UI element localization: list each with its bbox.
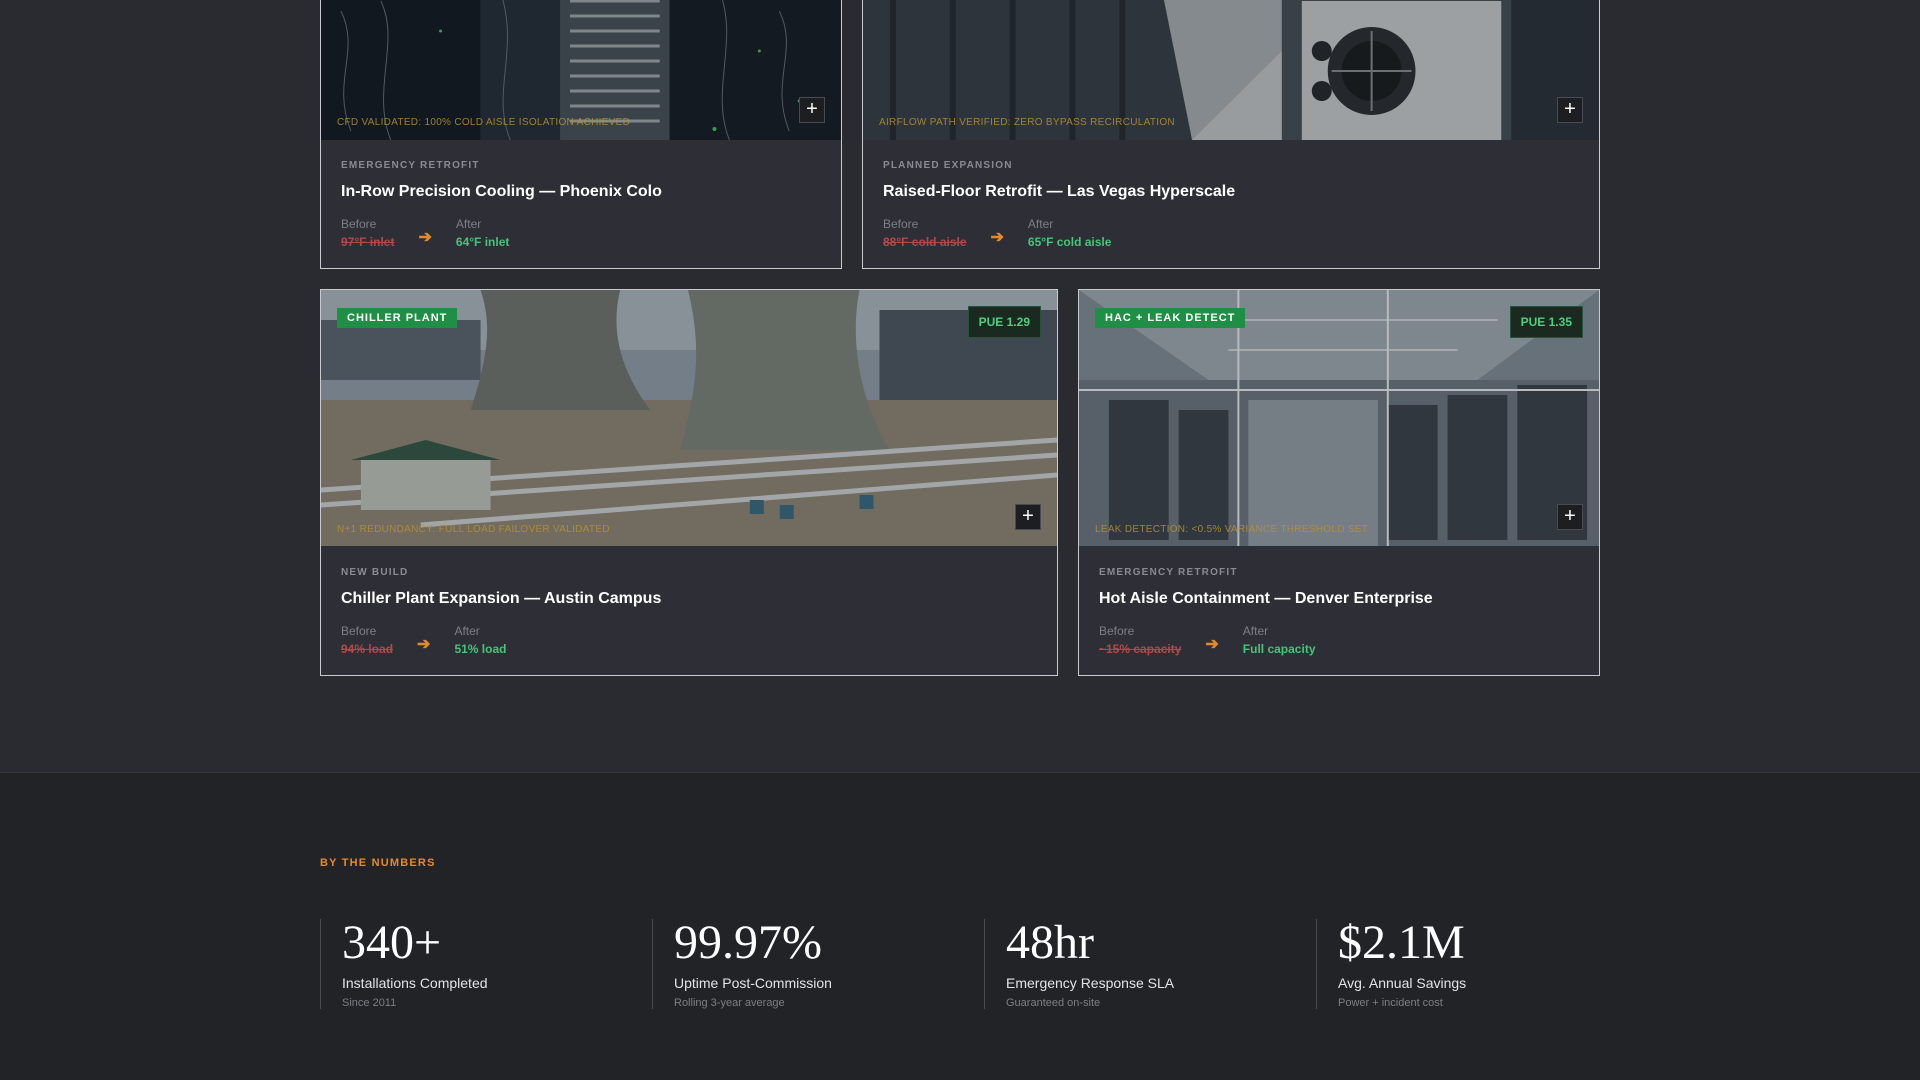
image-caption: N+1 REDUNDANCY: FULL LOAD FAILOVER VALID… — [337, 524, 610, 535]
pue-badge: PUE 1.29 — [967, 306, 1041, 338]
before-label: Before — [1099, 624, 1135, 638]
project-type: NEW BUILD — [341, 567, 409, 578]
project-image-cooling-towers — [321, 290, 1057, 546]
expand-button[interactable]: + — [1557, 97, 1583, 123]
project-card-las-vegas[interactable]: AIRFLOW PATH VERIFIED: ZERO BYPASS RECIR… — [862, 0, 1600, 269]
arrow-right-icon: ➔ — [990, 229, 1004, 246]
project-type: EMERGENCY RETROFIT — [1099, 567, 1238, 578]
expand-button[interactable]: + — [1015, 504, 1041, 530]
before-value: 88°F cold aisle — [883, 235, 967, 249]
after-value: 64°F inlet — [455, 235, 510, 249]
stat-label: Installations Completed — [342, 975, 488, 991]
project-title: In-Row Precision Cooling — Phoenix Colo — [341, 183, 662, 200]
image-caption: LEAK DETECTION: <0.5% VARIANCE THRESHOLD… — [1095, 524, 1369, 535]
before-label: Before — [341, 624, 377, 638]
after-value: Full capacity — [1242, 642, 1316, 656]
card-body: PLANNED EXPANSION Raised-Floor Retrofit … — [883, 160, 1579, 249]
stat-uptime: 99.97% Uptime Post-Commission Rolling 3-… — [652, 919, 984, 1009]
image-caption: CFD VALIDATED: 100% COLD AISLE ISOLATION… — [337, 117, 631, 128]
project-title: Hot Aisle Containment — Denver Enterpris… — [1099, 590, 1433, 607]
project-title: Raised-Floor Retrofit — Las Vegas Hypers… — [883, 183, 1236, 200]
stat-value: 48hr — [1006, 916, 1094, 969]
stat-sub: Guaranteed on-site — [1006, 997, 1101, 1009]
after-value: 65°F cold aisle — [1027, 235, 1112, 249]
stat-savings: $2.1M Avg. Annual Savings Power + incide… — [1316, 919, 1648, 1009]
before-value: 94% load — [341, 642, 394, 656]
stat-installations: 340+ Installations Completed Since 2011 — [320, 919, 652, 1009]
project-type: PLANNED EXPANSION — [883, 160, 1013, 171]
card-body: EMERGENCY RETROFIT In-Row Precision Cool… — [341, 160, 821, 249]
before-after: Before 97°F inlet ➔ After 64°F inlet — [341, 217, 821, 249]
card-body: EMERGENCY RETROFIT Hot Aisle Containment… — [1099, 567, 1579, 656]
stat-sub: Rolling 3-year average — [674, 997, 785, 1009]
expand-button[interactable]: + — [1557, 504, 1583, 530]
after-label: After — [454, 624, 480, 638]
arrow-right-icon: ➔ — [1205, 636, 1219, 653]
before-label: Before — [341, 217, 377, 231]
project-title: Chiller Plant Expansion — Austin Campus — [341, 590, 662, 607]
stat-sub: Power + incident cost — [1338, 997, 1443, 1009]
stat-label: Emergency Response SLA — [1006, 975, 1175, 991]
stat-value: 340+ — [342, 916, 442, 969]
arrow-right-icon: ➔ — [417, 636, 431, 653]
after-label: After — [455, 217, 482, 231]
category-badge: HAC + LEAK DETECT — [1095, 308, 1246, 328]
after-label: After — [1027, 217, 1054, 231]
before-after: Before 88°F cold aisle ➔ After 65°F cold a… — [883, 217, 1579, 249]
after-value: 51% load — [454, 642, 507, 656]
expand-button[interactable]: + — [799, 97, 825, 123]
project-card-denver[interactable]: HAC + LEAK DETECT PUE 1.35 LEAK DETECTIO… — [1078, 289, 1600, 676]
stat-sla: 48hr Emergency Response SLA Guaranteed o… — [984, 919, 1316, 1009]
project-type: EMERGENCY RETROFIT — [341, 160, 480, 171]
before-value: 97°F inlet — [341, 235, 395, 249]
card-body: NEW BUILD Chiller Plant Expansion — Aust… — [341, 567, 1037, 656]
stat-label: Uptime Post-Commission — [674, 975, 832, 991]
after-label: After — [1242, 624, 1269, 638]
stat-sub: Since 2011 — [342, 997, 397, 1009]
section-eyebrow: BY THE NUMBERS — [320, 857, 436, 869]
stat-label: Avg. Annual Savings — [1338, 975, 1467, 991]
project-card-phoenix[interactable]: CFD VALIDATED: 100% COLD AISLE ISOLATION… — [320, 0, 842, 269]
arrow-right-icon: ➔ — [418, 229, 432, 246]
stat-value: 99.97% — [674, 916, 822, 969]
category-badge: CHILLER PLANT — [337, 308, 458, 328]
before-after: Before 94% load ➔ After 51% load — [341, 624, 1037, 656]
before-label: Before — [883, 217, 919, 231]
image-caption: AIRFLOW PATH VERIFIED: ZERO BYPASS RECIR… — [879, 117, 1175, 128]
project-card-austin[interactable]: CHILLER PLANT PUE 1.29 N+1 REDUNDANCY: F… — [320, 289, 1058, 676]
stat-value: $2.1M — [1338, 916, 1465, 969]
before-value: ~15% capacity — [1099, 642, 1182, 656]
stats-section: BY THE NUMBERS 340+ Installations Comple… — [0, 772, 1920, 1080]
pue-badge: PUE 1.35 — [1509, 306, 1583, 338]
before-after: Before ~15% capacity ➔ After Full capacity — [1099, 624, 1579, 656]
